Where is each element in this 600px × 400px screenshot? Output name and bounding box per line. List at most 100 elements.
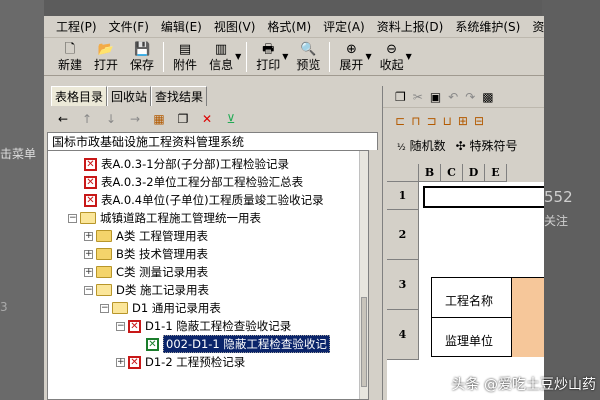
column-header[interactable]: D (463, 164, 485, 182)
tree-scrollbar[interactable] (359, 151, 368, 399)
preview-icon: 🔍 (300, 42, 317, 57)
expand-toggle-icon[interactable]: + (116, 357, 125, 367)
merge-icon[interactable]: ⊞ (458, 114, 468, 128)
delete-col-icon[interactable]: ⊔ (443, 114, 452, 128)
collapse-toggle-icon[interactable]: − (116, 321, 125, 331)
tab-catalog[interactable]: 表格目录 (51, 86, 108, 106)
tree-item[interactable]: − D1 通用记录用表 (100, 299, 221, 317)
tree-item[interactable]: ✕ 表A.0.4单位(子单位)工程质量竣工验收记录 (84, 191, 324, 209)
menu-format[interactable]: 格式(M) (261, 18, 317, 35)
tree-item[interactable]: ✕ 表A.0.3-1分部(子分部)工程检验记录 (84, 155, 289, 173)
printer-icon: 🖶 (262, 42, 275, 57)
special-symbol-button[interactable]: ✣ 特殊符号 (456, 137, 518, 154)
copy-icon[interactable]: ❐ (395, 90, 406, 104)
menu-evaluate[interactable]: 评定(A) (317, 18, 371, 35)
print-button[interactable]: 🖶 打印 (250, 39, 286, 75)
toolbar-separator (163, 41, 165, 72)
info-button[interactable]: ▥ 信息 (203, 39, 239, 75)
column-header[interactable]: B (419, 164, 441, 182)
tree-item[interactable]: + A类 工程管理用表 (84, 227, 208, 245)
row-header[interactable]: 2 (387, 210, 419, 260)
edit-toolbar: ❐ ✂ ▣ ↶ ↷ ▩ (383, 86, 544, 108)
expand-toggle-icon[interactable]: + (84, 267, 93, 277)
expand-icon: ⊕ (345, 42, 357, 57)
arrow-down-icon[interactable]: ↓ (103, 112, 119, 126)
tree-item[interactable]: ✕ 表A.0.3-2单位工程分部工程检验汇总表 (84, 173, 303, 191)
collapse-toggle-icon[interactable]: − (84, 285, 93, 295)
menu-maintenance[interactable]: 系统维护(S) (449, 18, 526, 35)
new-button[interactable]: 🗋 新建 (52, 39, 88, 75)
menu-edit[interactable]: 编辑(E) (155, 18, 208, 35)
catalog-tabs: 表格目录 回收站 查找结果 (47, 86, 378, 106)
menu-bar: 工程(P) 文件(F) 编辑(E) 视图(V) 格式(M) 评定(A) 资料上报… (44, 16, 544, 38)
catalog-toolbar: ← ↑ ↓ → ▦ ❐ ✕ ⊻ (47, 106, 378, 132)
tree-item[interactable]: − 城镇道路工程施工管理统一用表 (68, 209, 261, 227)
grid-corner[interactable] (387, 164, 419, 182)
menu-file[interactable]: 文件(F) (103, 18, 155, 35)
tree-item[interactable]: − D类 施工记录用表 (84, 281, 209, 299)
symbol-icon: ✣ (455, 138, 466, 153)
arrow-left-icon[interactable]: ← (55, 112, 71, 126)
undo-icon[interactable]: ↶ (448, 90, 458, 104)
attach-button[interactable]: ▤ 附件 (167, 39, 203, 75)
collapse-dropdown-icon[interactable]: ▼ (406, 52, 412, 61)
menu-project[interactable]: 工程(P) (50, 18, 103, 35)
menu-data[interactable]: 资料 (526, 18, 544, 35)
collapse-toggle-icon[interactable]: − (100, 303, 109, 313)
tree-item[interactable]: + ✕ D1-2 工程预检记录 (116, 353, 245, 371)
expand-button[interactable]: ⊕ 展开 (333, 39, 369, 75)
new-doc-icon: 🗋 (64, 42, 76, 57)
new-table-icon[interactable]: ▦ (151, 112, 167, 126)
split-icon[interactable]: ⊟ (474, 114, 484, 128)
attachment-icon: ▤ (178, 42, 192, 57)
tree-item-selected[interactable]: ✕ 002-D1-1 隐蔽工程检查验收记 (146, 335, 330, 353)
preview-button[interactable]: 🔍 预览 (290, 39, 326, 75)
redo-icon[interactable]: ↷ (465, 90, 475, 104)
scrollbar-thumb[interactable] (361, 297, 367, 387)
random-number-button[interactable]: ½ 随机数 (397, 137, 446, 154)
background-count: 552 (544, 188, 573, 206)
green-document-icon: ✕ (146, 337, 159, 351)
selected-cell-range[interactable] (423, 186, 544, 208)
insert-row-icon[interactable]: ⊏ (395, 114, 405, 128)
expand-dropdown-icon[interactable]: ▼ (365, 52, 371, 61)
tree-item[interactable]: + B类 技术管理用表 (84, 245, 208, 263)
red-document-icon: ✕ (128, 355, 141, 369)
collapse-toggle-icon[interactable]: − (68, 213, 77, 223)
main-toolbar: 🗋 新建 📂 打开 💾 保存 ▤ 附件 ▥ 信息 ▼ 🖶 打印 ▼ 🔍 预览 ⊕… (44, 38, 544, 76)
tab-search-results[interactable]: 查找结果 (151, 86, 208, 106)
menu-view[interactable]: 视图(V) (208, 18, 262, 35)
print-dropdown-icon[interactable]: ▼ (282, 52, 288, 61)
tree-item[interactable]: − ✕ D1-1 隐蔽工程检查验收记录 (116, 317, 291, 335)
delete-icon[interactable]: ✕ (199, 112, 215, 126)
info-dropdown-icon[interactable]: ▼ (235, 52, 241, 61)
open-folder-icon: 📂 (97, 42, 115, 57)
info-icon: ▥ (214, 42, 228, 57)
delete-row-icon[interactable]: ⊐ (426, 114, 436, 128)
expand-toggle-icon[interactable]: + (84, 231, 93, 241)
save-button[interactable]: 💾 保存 (124, 39, 160, 75)
arrow-right-icon[interactable]: → (127, 112, 143, 126)
cut-icon[interactable]: ✂ (413, 90, 423, 104)
tab-recycle-bin[interactable]: 回收站 (107, 86, 152, 106)
open-button[interactable]: 📂 打开 (88, 39, 124, 75)
expand-toggle-icon[interactable]: + (84, 249, 93, 259)
tree-item[interactable]: + C类 测量记录用表 (84, 263, 208, 281)
arrow-up-icon[interactable]: ↑ (79, 112, 95, 126)
row-header[interactable]: 3 (387, 260, 419, 310)
insert-col-icon[interactable]: ⊓ (411, 114, 420, 128)
red-document-icon: ✕ (84, 193, 97, 207)
filter-icon[interactable]: ⊻ (223, 112, 239, 126)
column-header[interactable]: E (485, 164, 507, 182)
row-header[interactable]: 1 (387, 182, 419, 210)
form-row-divider (431, 317, 511, 318)
input-cell-highlight[interactable] (512, 278, 544, 357)
catalog-tree: ✕ 表A.0.3-1分部(子分部)工程检验记录 ✕ 表A.0.3-2单位工程分部… (47, 150, 369, 400)
paste-icon[interactable]: ▣ (430, 90, 441, 104)
format-icon[interactable]: ▩ (482, 90, 493, 104)
copy-icon[interactable]: ❐ (175, 112, 191, 126)
row-header[interactable]: 4 (387, 310, 419, 360)
menu-report[interactable]: 资料上报(D) (371, 18, 450, 35)
collapse-button[interactable]: ⊖ 收起 (374, 39, 410, 75)
column-header[interactable]: C (441, 164, 463, 182)
